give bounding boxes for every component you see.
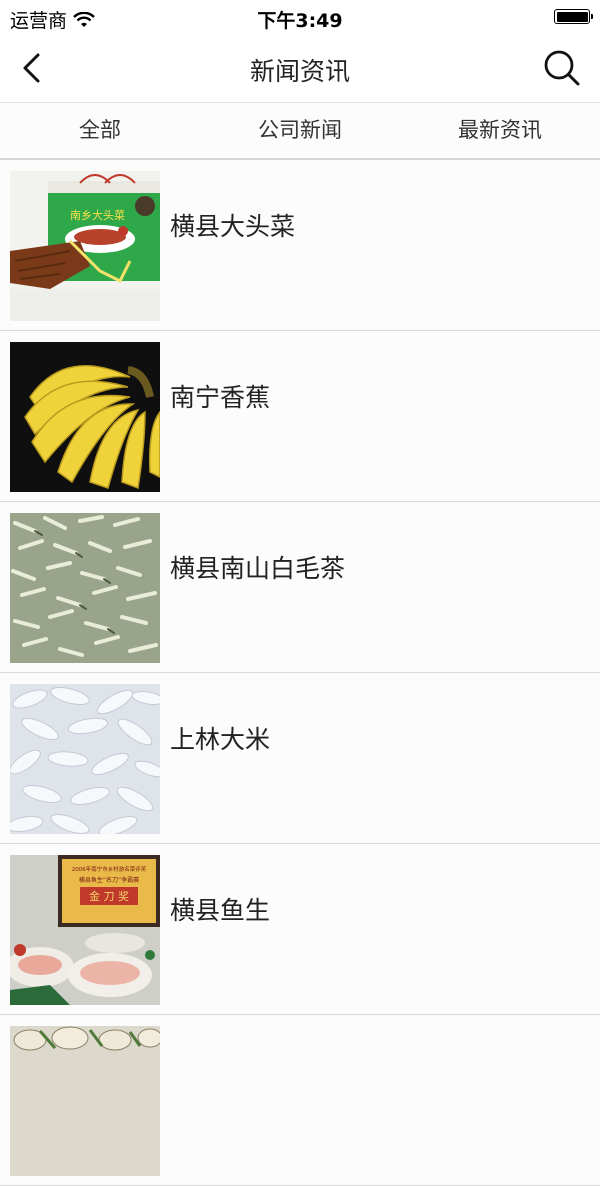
news-thumbnail bbox=[10, 513, 160, 663]
status-time: 下午3:49 bbox=[257, 10, 343, 32]
plaque-award: 金 刀 奖 bbox=[89, 889, 129, 903]
box-label-text: 南乡大头菜 bbox=[70, 208, 125, 222]
news-list: 南乡大头菜 横县大头菜 南宁香蕉 横县南山白毛茶 上林大米 2006年南宁市乡村… bbox=[0, 160, 600, 1186]
news-title: 南宁香蕉 bbox=[170, 383, 271, 412]
news-title: 横县南山白毛茶 bbox=[170, 554, 346, 583]
list-item[interactable]: 南乡大头菜 横县大头菜 bbox=[0, 160, 600, 331]
list-item[interactable]: 上林大米 bbox=[0, 673, 600, 844]
news-title: 上林大米 bbox=[170, 725, 271, 754]
status-bar: 运营商 下午3:49 bbox=[0, 0, 600, 34]
plaque-line2: 横县鱼生“名刀”争霸赛 bbox=[79, 876, 139, 884]
news-title: 横县大头菜 bbox=[170, 212, 296, 241]
list-item[interactable]: 2006年南宁市乡村游名菜评奖 横县鱼生“名刀”争霸赛 金 刀 奖 横县鱼生 bbox=[0, 844, 600, 1015]
news-thumbnail bbox=[10, 684, 160, 834]
news-title: 横县鱼生 bbox=[170, 896, 271, 925]
news-thumbnail bbox=[10, 342, 160, 492]
tab-company-news[interactable]: 公司新闻 bbox=[200, 103, 400, 158]
tab-all[interactable]: 全部 bbox=[0, 103, 200, 158]
page-title: 新闻资讯 bbox=[249, 57, 350, 86]
list-item[interactable] bbox=[0, 1015, 600, 1186]
plaque-line1: 2006年南宁市乡村游名菜评奖 bbox=[72, 865, 147, 873]
news-thumbnail: 2006年南宁市乡村游名菜评奖 横县鱼生“名刀”争霸赛 金 刀 奖 bbox=[10, 855, 160, 1005]
list-item[interactable]: 横县南山白毛茶 bbox=[0, 502, 600, 673]
news-thumbnail bbox=[10, 1026, 160, 1176]
tab-bar: 全部 公司新闻 最新资讯 bbox=[0, 103, 600, 160]
tab-latest-news[interactable]: 最新资讯 bbox=[400, 103, 600, 158]
search-icon[interactable] bbox=[542, 48, 582, 88]
list-item[interactable]: 南宁香蕉 bbox=[0, 331, 600, 502]
news-thumbnail: 南乡大头菜 bbox=[10, 171, 160, 321]
battery-icon bbox=[554, 9, 593, 24]
navigation-bar: 新闻资讯 bbox=[0, 34, 600, 103]
